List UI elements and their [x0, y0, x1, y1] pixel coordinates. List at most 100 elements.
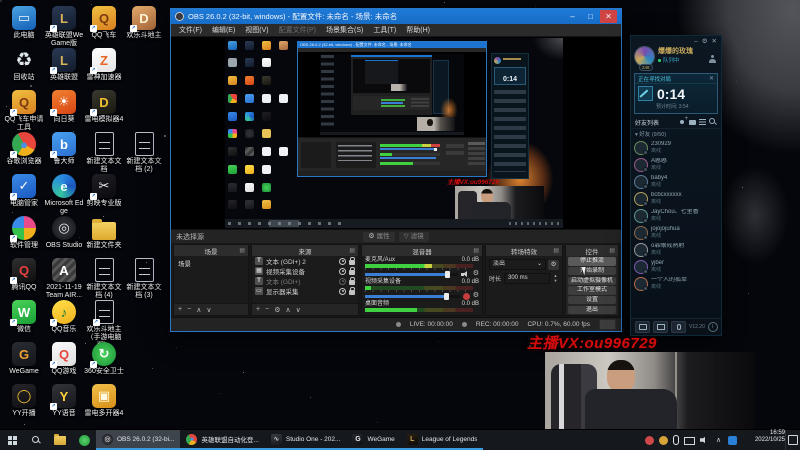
source-item-3[interactable]: ▭ 显示器采集	[252, 286, 358, 296]
desktop-icon-14[interactable]: ✓电脑管家	[4, 174, 44, 208]
desktop-icon-28[interactable]: QQQ游戏	[44, 342, 84, 376]
obs-menu-0[interactable]: 文件(F)	[174, 25, 207, 35]
obs-menu-3[interactable]: 配置文件(P)	[274, 25, 321, 35]
obs-minimize-button[interactable]: –	[564, 10, 581, 23]
desktop-icon-11[interactable]: b鲁大师	[44, 132, 84, 166]
desktop-icon-15[interactable]: e Microsoft Edge	[44, 174, 84, 216]
tray-mic-icon[interactable]	[673, 435, 679, 445]
control-button-2[interactable]: 启动虚拟摄像机	[568, 276, 616, 286]
taskbar-app-1[interactable]: ● 英雄联盟自动化登...	[180, 430, 265, 450]
desktop-icon-29[interactable]: ↻360安全卫士	[84, 342, 124, 376]
friend-row-2[interactable]: baby4 离线	[631, 173, 721, 190]
friend-row-8[interactable]: 一个人的孤单 离线	[631, 275, 721, 292]
source-item-0[interactable]: T 文本 (GDI+) 2	[252, 256, 358, 266]
friend-row-3[interactable]: bcbcxxxxxx 离线	[631, 190, 721, 207]
info-icon[interactable]: i	[707, 322, 718, 332]
taskbar-app-3[interactable]: G WeGame	[346, 430, 401, 450]
source-item-1[interactable]: ▦ 视频采集设备	[252, 266, 358, 276]
friends-group-row[interactable]: ▾ 好友 (9/50)	[631, 129, 721, 139]
visibility-eye-icon[interactable]	[339, 277, 346, 285]
desktop-icon-20[interactable]: Q腾讯QQ	[4, 258, 44, 292]
desktop-icon-21[interactable]: A 2021-11-19 Team AIR...	[44, 258, 84, 300]
desktop-icon-25[interactable]: ♪QQ音乐	[44, 300, 84, 334]
slider-handle[interactable]	[443, 292, 449, 300]
control-button-4[interactable]: 设置	[568, 295, 616, 305]
sources-toolbar-button[interactable]: ∨	[296, 306, 301, 314]
desktop-icon-32[interactable]: ▣ 雷电多开器4	[84, 384, 124, 418]
desktop-icon-7[interactable]: QQQ飞车申请工具	[4, 90, 44, 132]
tray-gold-icon[interactable]	[659, 435, 668, 445]
search-icon[interactable]	[709, 118, 717, 126]
desktop-icon-5[interactable]: L英雄联盟	[44, 48, 84, 82]
taskbar-app-0[interactable]: ◎ OBS 26.0.2 (32-bi...	[96, 430, 181, 450]
friend-row-0[interactable]: 230929 离线	[631, 139, 721, 156]
lol-close-button[interactable]: ✕	[712, 36, 717, 47]
desktop-icon-8[interactable]: ☀向日葵	[44, 90, 84, 124]
properties-button[interactable]: ⚙ 属性	[363, 231, 395, 242]
visibility-eye-icon[interactable]	[339, 257, 346, 265]
desktop-icon-10[interactable]: ●谷歌浏览器	[4, 132, 44, 166]
desktop-icon-0[interactable]: ▭ 此电脑	[4, 6, 44, 40]
slider-handle[interactable]	[444, 270, 450, 278]
desktop-icon-9[interactable]: D雷电模拟器4	[84, 90, 124, 124]
transition-type-select[interactable]: 淡出 ⌄	[489, 259, 546, 270]
desktop-icon-2[interactable]: QQQ飞车	[84, 6, 124, 40]
person-icon[interactable]	[709, 55, 716, 63]
gear-icon[interactable]: ⚙	[473, 292, 479, 300]
control-button-1[interactable]: 开始录制	[568, 266, 616, 276]
duration-spinner[interactable]: ▲ ▼	[552, 273, 559, 283]
desktop-icon-18[interactable]: ◎ OBS Studio	[44, 216, 84, 250]
taskbar-clock[interactable]: 16:59 2022/10/25	[741, 430, 785, 450]
panel-menu-icon[interactable]: ▤	[473, 247, 479, 254]
taskbar-search-button[interactable]	[24, 430, 48, 450]
start-button[interactable]	[0, 430, 24, 450]
lock-icon[interactable]	[349, 256, 355, 265]
desktop-icon-3[interactable]: D欢乐斗地主	[124, 6, 164, 40]
muted-speaker-icon[interactable]	[462, 292, 470, 300]
obs-titlebar[interactable]: OBS 26.0.2 (32-bit, windows) - 配置文件: 未命名…	[171, 9, 621, 24]
file-explorer-button[interactable]	[48, 430, 72, 450]
lock-icon[interactable]	[349, 276, 355, 285]
friend-row-4[interactable]: JayChou、七里香 离线	[631, 207, 721, 224]
desktop-icon-12[interactable]: 新建文本文档	[84, 132, 124, 174]
desktop-icon-13[interactable]: 新建文本文档 (2)	[124, 132, 164, 174]
obs-maximize-button[interactable]: □	[582, 10, 599, 23]
panel-menu-icon[interactable]: ▤	[239, 247, 245, 254]
desktop-icon-24[interactable]: W微信	[4, 300, 44, 334]
scenes-toolbar-button[interactable]: ∨	[206, 306, 211, 314]
lock-icon[interactable]	[349, 266, 355, 275]
gear-icon[interactable]: ⚙	[473, 270, 479, 278]
desktop-icon-4[interactable]: ♻ 回收站	[4, 48, 44, 82]
sources-toolbar-button[interactable]: ⚙	[274, 306, 280, 314]
friend-row-1[interactable]: A憨憨 离线	[631, 156, 721, 173]
panel-menu-icon[interactable]: ▤	[553, 247, 559, 254]
desktop-icon-22[interactable]: 新建文本文档 (4)	[84, 258, 124, 300]
sources-toolbar-button[interactable]: −	[265, 306, 269, 313]
browser-360-button[interactable]	[72, 430, 96, 450]
friend-row-6[interactable]: o靠眼戒熟射 离线	[631, 241, 721, 258]
volume-slider[interactable]	[365, 292, 460, 300]
friend-row-5[interactable]: jojojojuhua 离线	[631, 224, 721, 241]
tray-up-arrow-icon[interactable]: ∧	[714, 436, 723, 445]
volume-slider[interactable]	[365, 270, 458, 278]
scenes-toolbar-button[interactable]: ∧	[196, 306, 201, 314]
control-button-3[interactable]: 工作室模式	[568, 286, 616, 295]
obs-menu-2[interactable]: 视图(V)	[240, 25, 273, 35]
scenes-toolbar-button[interactable]: +	[178, 306, 182, 313]
folder-icon[interactable]	[689, 118, 697, 126]
action-center-button[interactable]	[785, 430, 800, 450]
tray-blue-icon[interactable]	[728, 435, 737, 445]
visibility-eye-icon[interactable]	[339, 267, 346, 275]
visibility-eye-icon[interactable]	[339, 287, 346, 295]
scene-item[interactable]: 场景	[174, 256, 248, 270]
tray-red-icon[interactable]	[645, 435, 654, 445]
add-friend-icon[interactable]	[679, 116, 688, 126]
mic-icon[interactable]	[671, 321, 686, 333]
queue-cancel-button[interactable]: ✕	[709, 75, 714, 82]
desktop-icon-1[interactable]: L英雄联盟WeGame版	[44, 6, 84, 48]
panel-menu-icon[interactable]: ▤	[349, 247, 355, 254]
duration-input[interactable]: 300 ms	[504, 273, 550, 284]
panel-menu-icon[interactable]: ▤	[609, 247, 615, 254]
obs-menu-6[interactable]: 帮助(H)	[401, 25, 435, 35]
obs-menu-5[interactable]: 工具(T)	[368, 25, 401, 35]
